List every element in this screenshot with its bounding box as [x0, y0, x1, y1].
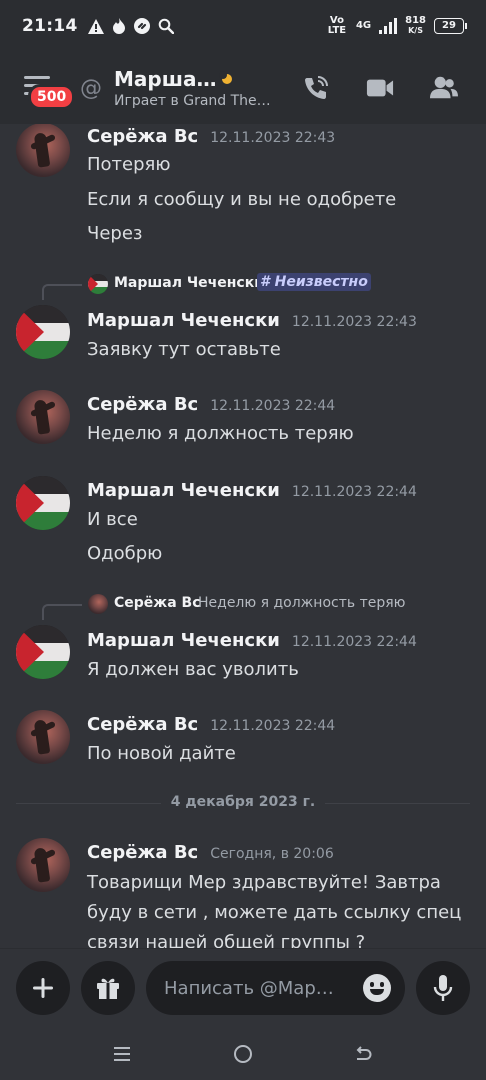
message-text: Потеряю: [87, 154, 171, 175]
message-text: буду в сети , можете дать ссылку спец: [87, 902, 462, 923]
members-button[interactable]: [430, 74, 458, 102]
reply-avatar: [88, 594, 108, 614]
message-list[interactable]: Серёжа Вс 12.11.2023 22:43 Потеряю Если …: [0, 124, 486, 948]
reply-author: Серёжа Вс: [114, 595, 201, 611]
warning-icon: [87, 18, 104, 34]
shazam-icon: [133, 18, 150, 34]
search-icon: [158, 18, 174, 34]
add-attachment-button[interactable]: [16, 961, 70, 1015]
avatar[interactable]: [16, 838, 70, 892]
signal-icon: [379, 18, 398, 34]
voice-call-button[interactable]: [302, 74, 330, 102]
channel-tag: # Неизвестно: [257, 273, 371, 291]
message-text: Через: [87, 223, 143, 244]
status-bar: 21:14 Vo LTE 4G 818 K/S 29: [0, 0, 486, 52]
message-author[interactable]: Серёжа Вс: [87, 394, 198, 415]
message-timestamp: 12.11.2023 22:44: [291, 634, 417, 650]
gift-icon: [97, 978, 119, 999]
message-author[interactable]: Маршал Чеченски: [87, 310, 280, 331]
message-author[interactable]: Маршал Чеченски: [87, 630, 280, 651]
date-divider-label: 4 декабря 2023 г.: [160, 794, 326, 810]
flame-icon: [112, 18, 125, 34]
message-text: Заявку тут оставьте: [87, 339, 281, 360]
message-composer: Написать @Мар…: [0, 948, 486, 1028]
emoji-icon[interactable]: [363, 974, 391, 1002]
video-call-button[interactable]: [366, 74, 394, 102]
message-author[interactable]: Серёжа Вс: [87, 842, 198, 863]
message-text: И все: [87, 509, 138, 530]
page-title: Марша…: [114, 67, 217, 91]
message-timestamp: 12.11.2023 22:43: [210, 130, 336, 146]
people-icon: [430, 76, 458, 99]
message-timestamp: 12.11.2023 22:44: [291, 484, 417, 500]
back-arrow-icon: [356, 1046, 372, 1060]
avatar[interactable]: [16, 710, 70, 764]
net-speed-unit: K/S: [408, 26, 423, 35]
message-author[interactable]: Серёжа Вс: [87, 126, 198, 147]
video-camera-icon: [366, 79, 394, 97]
circle-icon: [234, 1045, 252, 1063]
message-text: Товарищи Мер здравствуйте! Завтра: [87, 872, 441, 893]
network-type: 4G: [355, 20, 372, 31]
message-text: По новой дайте: [87, 743, 236, 764]
at-icon: @: [80, 75, 102, 101]
date-divider: 4 декабря 2023 г.: [16, 794, 470, 814]
gift-button[interactable]: [81, 961, 135, 1015]
message-text: связи нашей общей группы ?: [87, 932, 366, 948]
message-text: Одобрю: [87, 543, 163, 564]
net-speed: 818 K/S: [405, 16, 426, 36]
avatar[interactable]: [16, 476, 70, 530]
battery-icon: 29: [434, 18, 467, 34]
avatar[interactable]: [16, 305, 70, 359]
idle-status-icon: [219, 71, 233, 84]
message-text: Неделю я должность теряю: [87, 423, 354, 444]
avatar[interactable]: [16, 124, 70, 177]
message-timestamp: 12.11.2023 22:43: [291, 314, 417, 330]
message-author[interactable]: Маршал Чеченски: [87, 480, 280, 501]
battery-level: 29: [442, 20, 456, 31]
unread-badge: 500: [28, 84, 76, 110]
message-input[interactable]: Написать @Мар…: [146, 961, 405, 1015]
phone-icon: [305, 76, 328, 99]
message-text: Я должен вас уволить: [87, 659, 299, 680]
reply-author: Маршал Чеченски: [114, 275, 265, 291]
recent-apps-button[interactable]: [110, 1042, 134, 1066]
message-timestamp: 12.11.2023 22:44: [210, 718, 336, 734]
avatar[interactable]: [16, 390, 70, 444]
channel-header: 500 @ Марша… Играет в Grand The…: [0, 52, 486, 124]
message-text: Если я сообщу и вы не одобрете: [87, 189, 397, 210]
message-timestamp: 12.11.2023 22:44: [210, 398, 336, 414]
volte-label: Vo LTE: [327, 15, 347, 36]
dm-title-block[interactable]: Марша… Играет в Grand The…: [114, 67, 271, 109]
notification-icons: [87, 18, 174, 34]
reply-avatar: [88, 274, 108, 294]
net-speed-value: 818: [405, 15, 426, 26]
system-nav-bar: [0, 1028, 486, 1080]
reply-text: Неделю я должность теряю: [198, 595, 406, 611]
home-button[interactable]: [231, 1042, 255, 1066]
message-timestamp: Сегодня, в 20:06: [210, 846, 334, 862]
activity-status: Играет в Grand The…: [114, 93, 271, 109]
menu-lines-icon: [114, 1047, 130, 1061]
voice-message-button[interactable]: [416, 961, 470, 1015]
clock: 21:14: [22, 16, 78, 36]
back-button[interactable]: [352, 1042, 376, 1066]
microphone-icon: [433, 975, 453, 1001]
menu-button[interactable]: 500: [0, 52, 80, 124]
avatar[interactable]: [16, 625, 70, 679]
system-indicators: Vo LTE 4G 818 K/S 29: [326, 15, 467, 36]
message-input-placeholder: Написать @Мар…: [164, 977, 334, 999]
message-author[interactable]: Серёжа Вс: [87, 714, 198, 735]
plus-icon: [33, 978, 53, 998]
